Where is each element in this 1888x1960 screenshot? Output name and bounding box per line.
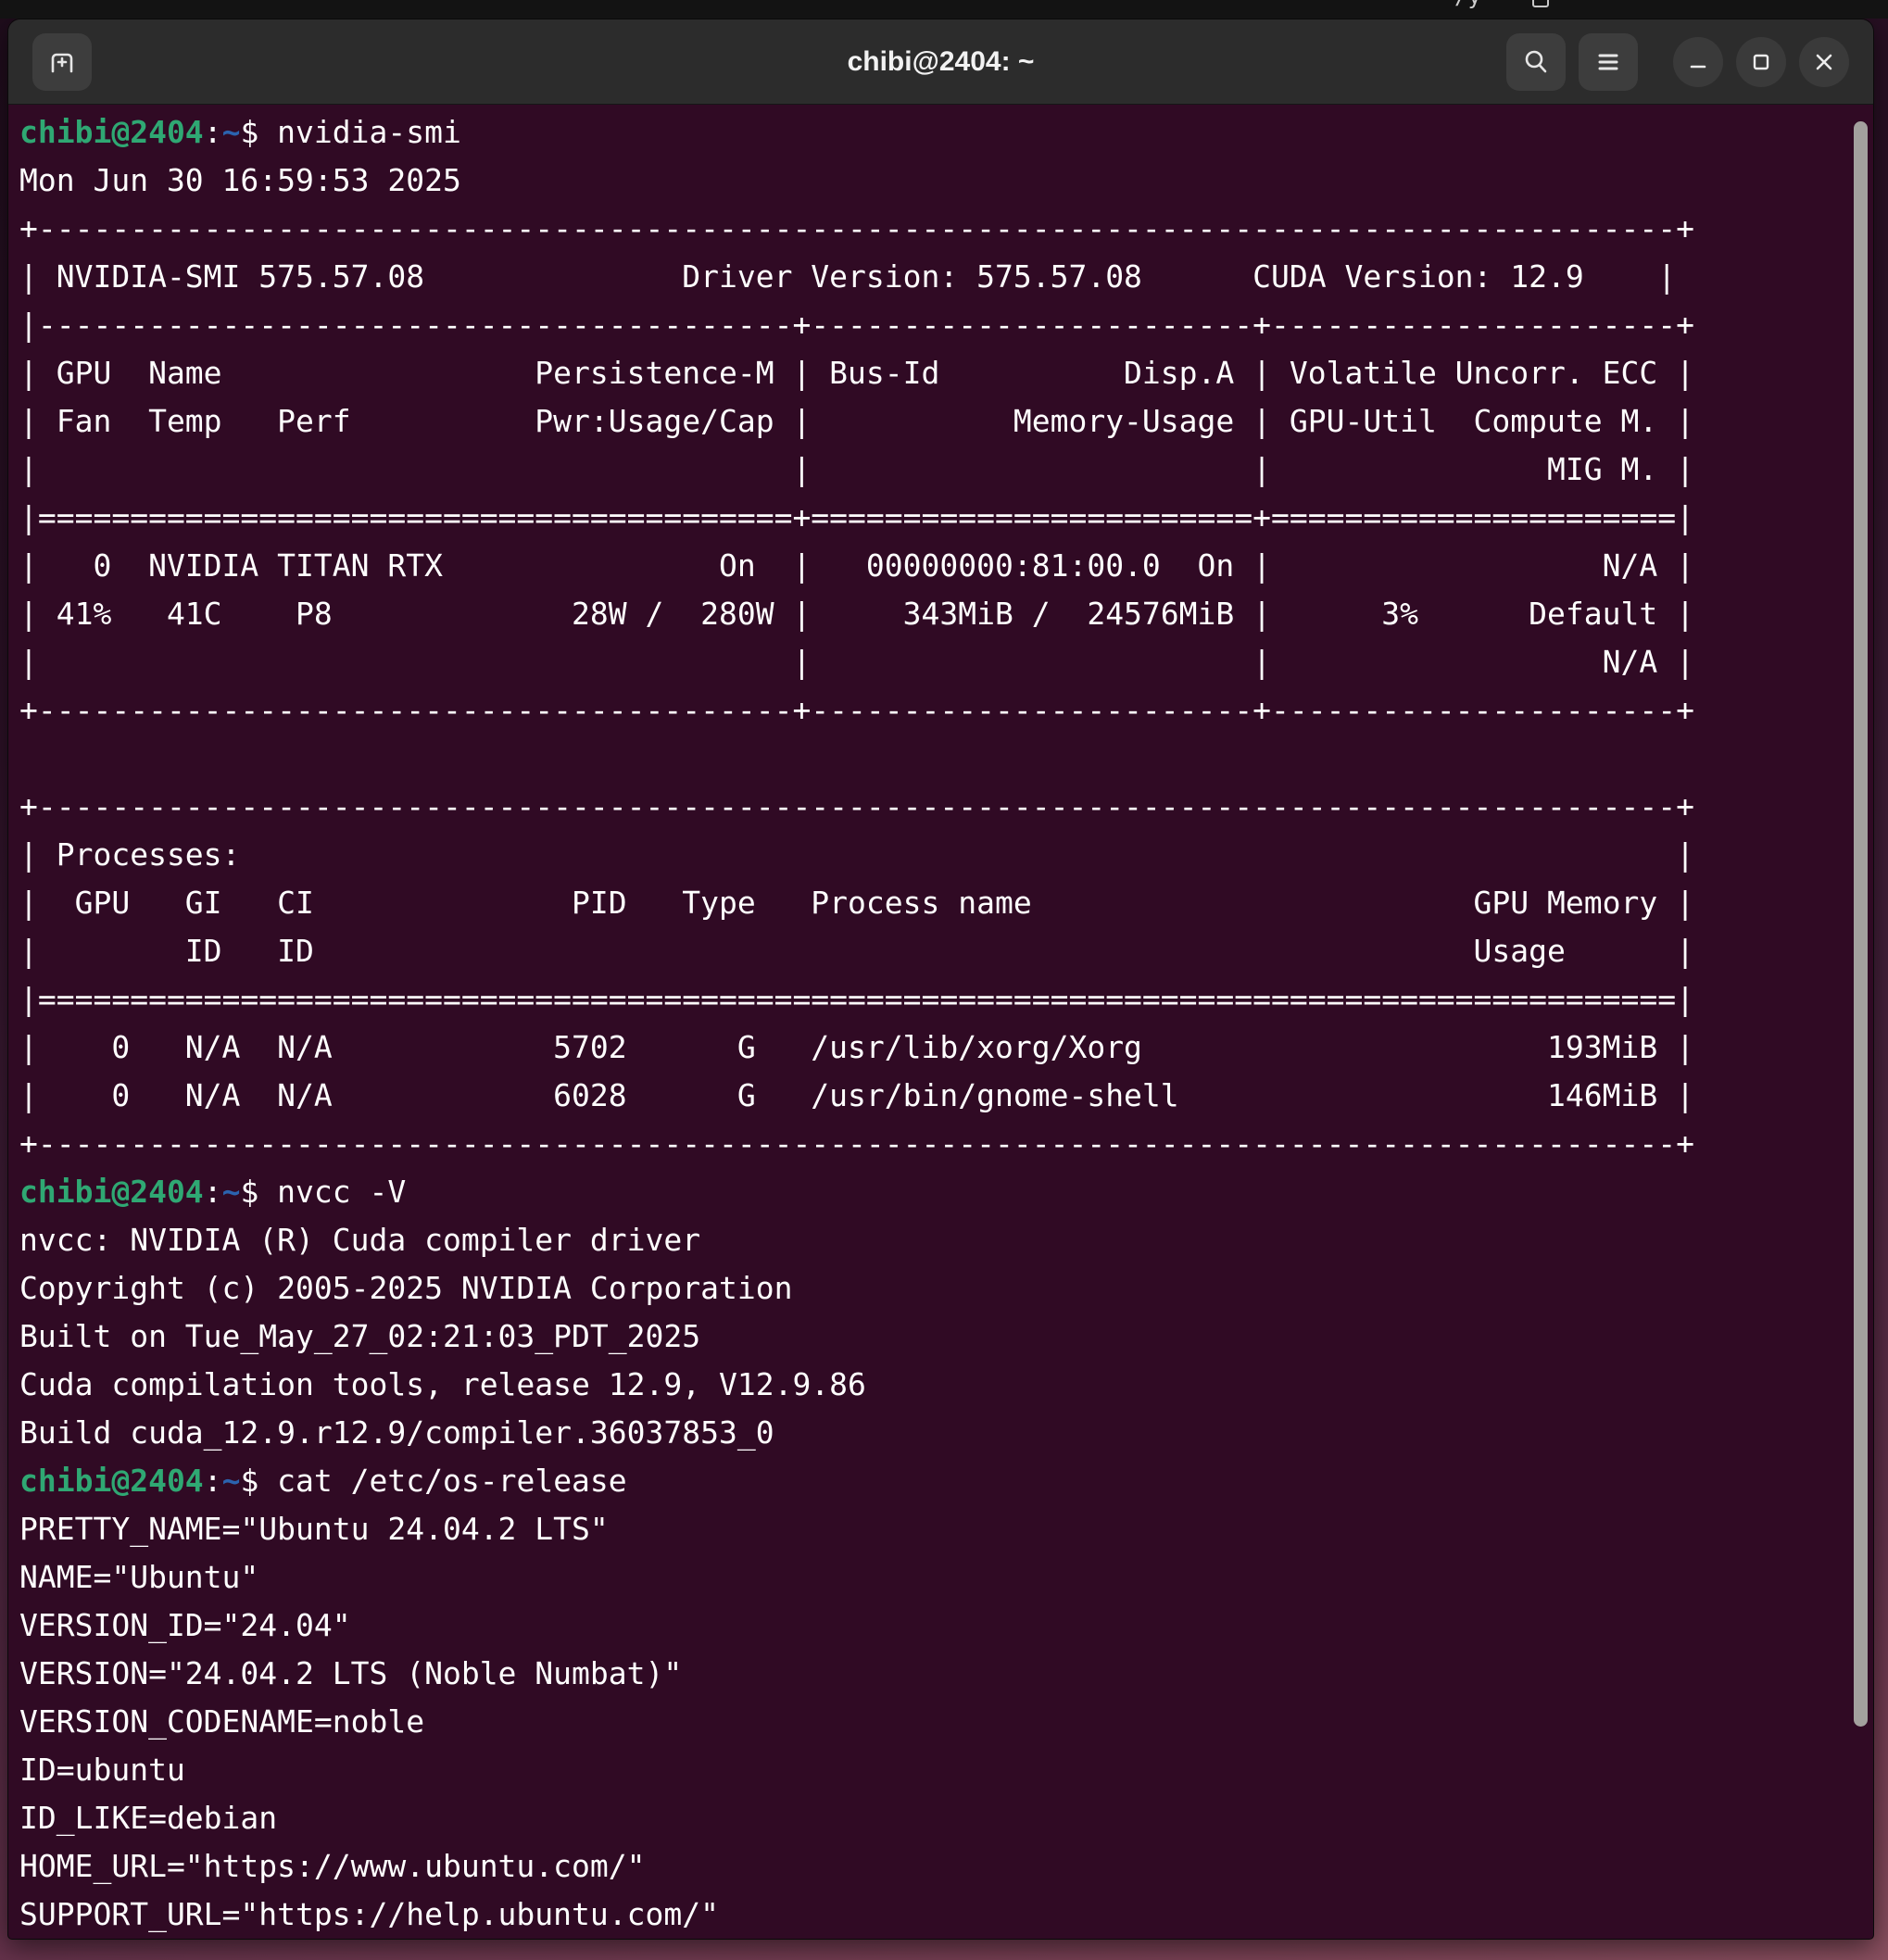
titlebar[interactable]: chibi@2404: ~ [8,19,1873,105]
scrollbar-thumb[interactable] [1854,121,1868,1727]
terminal-line: HOME_URL="https://www.ubuntu.com/" [19,1848,646,1884]
prompt-user: chibi@2404 [19,1463,204,1499]
close-button[interactable] [1799,36,1849,87]
terminal-line: SUPPORT_URL="https://help.ubuntu.com/" [19,1896,719,1932]
terminal-line: | | | N/A | [19,644,1694,680]
terminal-line: Cuda compilation tools, release 12.9, V1… [19,1366,866,1402]
terminal-prompt-line: chibi@2404:~$ nvcc -V [19,1174,407,1210]
terminal-line: | Fan Temp Perf Pwr:Usage/Cap | Memory-U… [19,403,1694,439]
terminal-line: VERSION="24.04.2 LTS (Noble Numbat)" [19,1655,683,1691]
minimize-button[interactable] [1673,36,1723,87]
maximize-button[interactable] [1736,36,1786,87]
search-icon [1521,47,1551,77]
desktop-top-strip: /y [0,0,1888,19]
terminal-line: | Processes: | [19,836,1694,873]
terminal-prompt-line: chibi@2404:~$ cat /etc/os-release [19,1463,627,1499]
terminal-line: ID=ubuntu [19,1752,185,1788]
terminal-line: | GPU Name Persistence-M | Bus-Id Disp.A… [19,355,1694,391]
maximize-icon [1749,50,1773,74]
prompt-path: ~ [221,1174,241,1210]
terminal-line: | 0 N/A N/A 5702 G /usr/lib/xorg/Xorg 19… [19,1029,1694,1065]
terminal-line: ID_LIKE=debian [19,1800,278,1836]
terminal-prompt-line: chibi@2404:~$ nvidia-smi [19,114,461,150]
terminal-line: +---------------------------------------… [19,692,1694,728]
search-button[interactable] [1506,32,1566,91]
top-bar-icon-fragment: /y [1454,0,1481,9]
terminal-output[interactable]: chibi@2404:~$ nvidia-smi Mon Jun 30 16:59… [8,105,1873,1939]
terminal-line: PRETTY_NAME="Ubuntu 24.04.2 LTS" [19,1511,609,1547]
terminal-line: +---------------------------------------… [19,210,1694,246]
terminal-line: |=======================================… [19,499,1694,535]
terminal-window: chibi@2404: ~ chibi@2404:~$ nvidia-smi M… [7,19,1874,1940]
minimize-icon [1686,50,1710,74]
terminal-line: VERSION_CODENAME=noble [19,1703,425,1740]
terminal-line: Copyright (c) 2005-2025 NVIDIA Corporati… [19,1270,793,1306]
terminal-line: |=======================================… [19,981,1694,1017]
terminal-line: +---------------------------------------… [19,788,1694,824]
terminal-line: | 41% 41C P8 28W / 280W | 343MiB / 24576… [19,596,1694,632]
terminal-line: | | | MIG M. | [19,451,1694,487]
terminal-line: | ID ID Usage | [19,933,1694,969]
prompt-path: ~ [221,114,241,150]
prompt-user: chibi@2404 [19,114,204,150]
new-tab-button[interactable] [32,32,92,91]
terminal-line: | NVIDIA-SMI 575.57.08 Driver Version: 5… [19,258,1677,295]
terminal-line: NAME="Ubuntu" [19,1559,259,1595]
terminal-line: +---------------------------------------… [19,1125,1694,1162]
prompt-user: chibi@2404 [19,1174,204,1210]
terminal-line: Mon Jun 30 16:59:53 2025 [19,162,461,198]
terminal-line: | 0 NVIDIA TITAN RTX On | 00000000:81:00… [19,547,1694,584]
prompt-path: ~ [221,1463,241,1499]
close-icon [1812,50,1836,74]
terminal-line: | 0 N/A N/A 6028 G /usr/bin/gnome-shell … [19,1077,1694,1113]
terminal-line: | GPU GI CI PID Type Process name GPU Me… [19,885,1694,921]
menu-button[interactable] [1579,32,1638,91]
terminal-line: |---------------------------------------… [19,307,1694,343]
terminal-line: VERSION_ID="24.04" [19,1607,351,1643]
hamburger-menu-icon [1593,47,1623,77]
terminal-line: Built on Tue_May_27_02:21:03_PDT_2025 [19,1318,701,1354]
new-tab-icon [47,47,77,77]
terminal-line: nvcc: NVIDIA (R) Cuda compiler driver [19,1222,701,1258]
top-bar-window-icon-fragment [1532,0,1549,7]
terminal-line: Build cuda_12.9.r12.9/compiler.36037853_… [19,1414,774,1451]
